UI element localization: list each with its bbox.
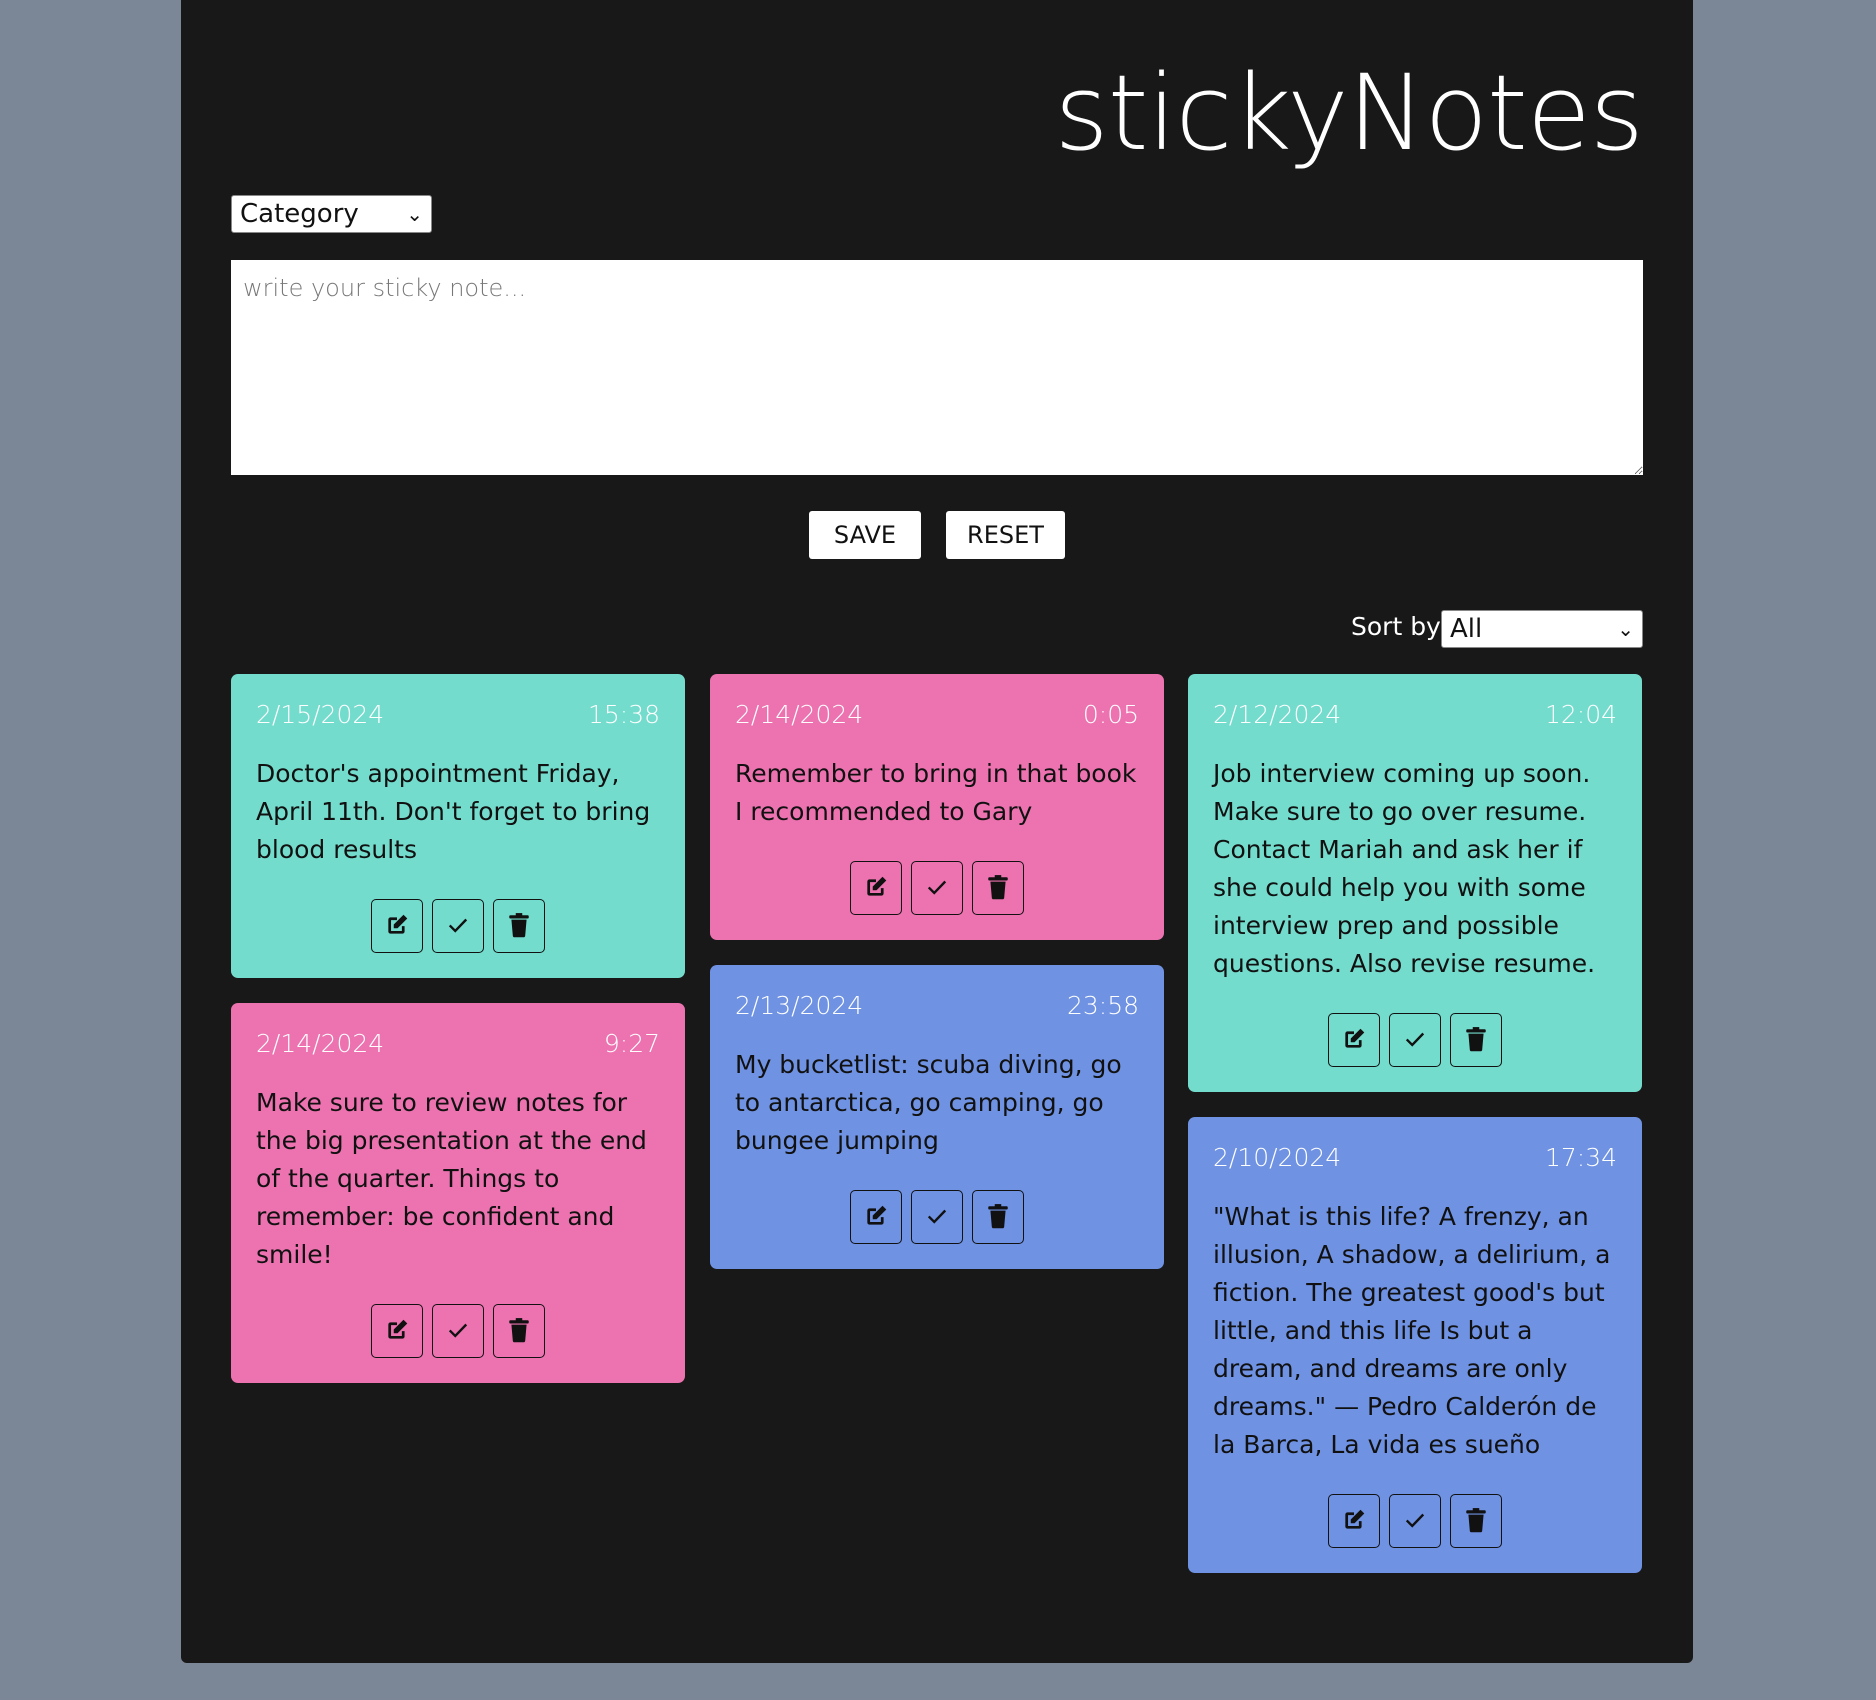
notes-column: 2/14/2024 0:05 Remember to bring in that… — [710, 674, 1164, 1269]
check-icon — [1404, 1509, 1426, 1534]
complete-button[interactable] — [432, 899, 484, 953]
note-input[interactable] — [231, 260, 1643, 475]
category-select-value: Category — [240, 199, 359, 229]
complete-button[interactable] — [432, 1304, 484, 1358]
note-actions — [256, 899, 660, 953]
chevron-down-icon: ⌄ — [1617, 617, 1634, 641]
edit-button[interactable] — [371, 899, 423, 953]
note-text: "What is this life? A frenzy, an illusio… — [1213, 1202, 1611, 1459]
note-date: 2/14/2024 — [735, 700, 864, 729]
note-date: 2/12/2024 — [1213, 700, 1342, 729]
note-meta: 2/13/2024 23:58 — [735, 991, 1139, 1020]
delete-button[interactable] — [1450, 1494, 1502, 1548]
note-time: 0:05 — [1082, 700, 1139, 729]
note-time: 23:58 — [1066, 991, 1139, 1020]
sticky-note: 2/10/2024 17:34 "What is this life? A fr… — [1188, 1117, 1642, 1573]
note-time: 9:27 — [603, 1029, 660, 1058]
note-meta: 2/12/2024 12:04 — [1213, 700, 1617, 729]
complete-button[interactable] — [911, 1190, 963, 1244]
delete-button[interactable] — [493, 899, 545, 953]
note-actions — [256, 1304, 660, 1358]
sort-label: Sort by: — [1351, 612, 1448, 641]
note-time: 15:38 — [587, 700, 660, 729]
note-text: My bucketlist: scuba diving, go to antar… — [735, 1050, 1122, 1155]
edit-icon — [384, 912, 410, 941]
note-actions — [735, 1190, 1139, 1244]
delete-button[interactable] — [972, 861, 1024, 915]
note-text: Job interview coming up soon. Make sure … — [1213, 759, 1596, 978]
note-time: 17:34 — [1544, 1143, 1617, 1172]
trash-icon — [508, 912, 530, 941]
notes-column: 2/15/2024 15:38 Doctor's appointment Fri… — [231, 674, 685, 1383]
complete-button[interactable] — [1389, 1013, 1441, 1067]
category-select[interactable]: Category ⌄ — [231, 195, 432, 233]
note-text: Doctor's appointment Friday, April 11th.… — [256, 759, 651, 864]
note-actions — [1213, 1013, 1617, 1067]
app-title: stickyNotes — [1054, 52, 1644, 174]
check-icon — [926, 1205, 948, 1230]
edit-icon — [1341, 1507, 1367, 1536]
edit-button[interactable] — [371, 1304, 423, 1358]
note-meta: 2/10/2024 17:34 — [1213, 1143, 1617, 1172]
note-actions — [735, 861, 1139, 915]
note-date: 2/13/2024 — [735, 991, 864, 1020]
check-icon — [447, 1319, 469, 1344]
note-meta: 2/14/2024 9:27 — [256, 1029, 660, 1058]
app-container: stickyNotes Category ⌄ SAVE RESET Sort b… — [181, 0, 1693, 1663]
trash-icon — [987, 874, 1009, 903]
edit-icon — [863, 1203, 889, 1232]
trash-icon — [1465, 1507, 1487, 1536]
note-text: Make sure to review notes for the big pr… — [256, 1088, 647, 1269]
note-meta: 2/15/2024 15:38 — [256, 700, 660, 729]
sort-select-value: All — [1450, 614, 1483, 644]
sticky-note: 2/14/2024 9:27 Make sure to review notes… — [231, 1003, 685, 1383]
note-text: Remember to bring in that book I recomme… — [735, 759, 1137, 826]
note-date: 2/15/2024 — [256, 700, 385, 729]
sticky-note: 2/14/2024 0:05 Remember to bring in that… — [710, 674, 1164, 940]
trash-icon — [987, 1203, 1009, 1232]
complete-button[interactable] — [1389, 1494, 1441, 1548]
edit-icon — [1341, 1026, 1367, 1055]
notes-column: 2/12/2024 12:04 Job interview coming up … — [1188, 674, 1642, 1573]
delete-button[interactable] — [493, 1304, 545, 1358]
edit-button[interactable] — [850, 861, 902, 915]
delete-button[interactable] — [1450, 1013, 1502, 1067]
sticky-note: 2/13/2024 23:58 My bucketlist: scuba div… — [710, 965, 1164, 1269]
check-icon — [447, 914, 469, 939]
edit-button[interactable] — [1328, 1013, 1380, 1067]
chevron-down-icon: ⌄ — [406, 202, 423, 226]
sticky-note: 2/15/2024 15:38 Doctor's appointment Fri… — [231, 674, 685, 978]
note-date: 2/10/2024 — [1213, 1143, 1342, 1172]
reset-button[interactable]: RESET — [946, 511, 1065, 559]
edit-icon — [384, 1317, 410, 1346]
save-button[interactable]: SAVE — [809, 511, 921, 559]
note-actions — [1213, 1494, 1617, 1548]
edit-button[interactable] — [850, 1190, 902, 1244]
complete-button[interactable] — [911, 861, 963, 915]
delete-button[interactable] — [972, 1190, 1024, 1244]
note-time: 12:04 — [1544, 700, 1617, 729]
sort-select[interactable]: All ⌄ — [1441, 610, 1643, 648]
note-meta: 2/14/2024 0:05 — [735, 700, 1139, 729]
check-icon — [926, 876, 948, 901]
trash-icon — [1465, 1026, 1487, 1055]
edit-button[interactable] — [1328, 1494, 1380, 1548]
sticky-note: 2/12/2024 12:04 Job interview coming up … — [1188, 674, 1642, 1092]
note-date: 2/14/2024 — [256, 1029, 385, 1058]
edit-icon — [863, 874, 889, 903]
trash-icon — [508, 1317, 530, 1346]
check-icon — [1404, 1028, 1426, 1053]
